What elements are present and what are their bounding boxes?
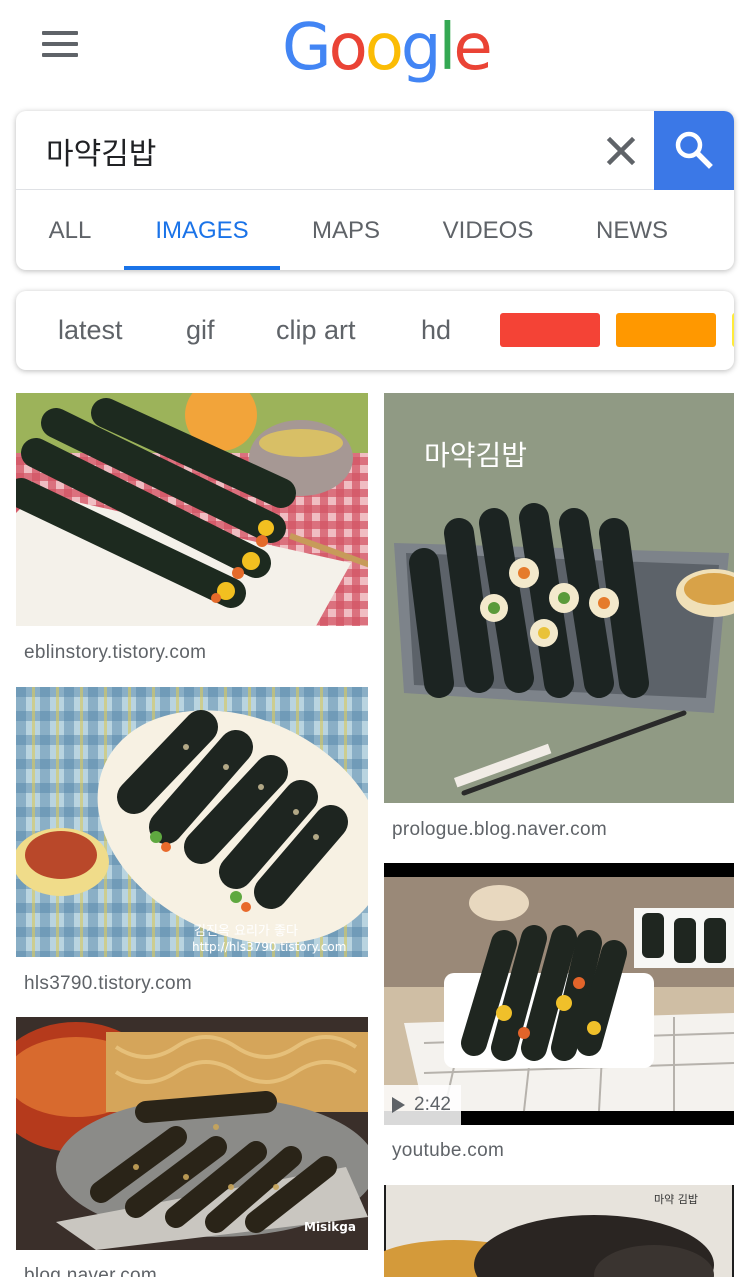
result-source[interactable]: hls3790.tistory.com bbox=[24, 973, 192, 995]
result-thumbnail: Misikga bbox=[16, 1017, 368, 1250]
chip-hd[interactable]: hd bbox=[421, 291, 451, 370]
tab-maps[interactable]: MAPS bbox=[302, 191, 390, 270]
image-result[interactable]: Misikga blog.naver.com bbox=[16, 1017, 368, 1277]
color-chip-red[interactable] bbox=[500, 313, 600, 347]
chip-latest[interactable]: latest bbox=[58, 291, 123, 370]
search-input[interactable] bbox=[46, 129, 586, 173]
color-chip-yellow[interactable] bbox=[732, 313, 734, 347]
search-button[interactable] bbox=[654, 111, 734, 190]
google-logo[interactable]: Google bbox=[282, 8, 493, 88]
play-icon bbox=[392, 1097, 405, 1113]
result-source[interactable]: prologue.blog.naver.com bbox=[392, 819, 607, 841]
image-result[interactable]: eblinstory.tistory.com bbox=[16, 393, 368, 675]
header: Google bbox=[0, 0, 750, 100]
watermark-text: Misikga bbox=[304, 1220, 356, 1234]
chip-clip-art[interactable]: clip art bbox=[276, 291, 356, 370]
chip-gif[interactable]: gif bbox=[186, 291, 215, 370]
result-thumbnail: 김진옥 요리가 좋다 http://hls3790.tistory.com bbox=[16, 687, 368, 957]
video-duration: 2:42 bbox=[414, 1094, 451, 1115]
watermark-url: http://hls3790.tistory.com bbox=[192, 940, 346, 954]
tab-all[interactable]: ALL bbox=[38, 191, 102, 270]
logo-letter: o bbox=[364, 11, 404, 85]
tab-news[interactable]: NEWS bbox=[588, 191, 676, 270]
result-thumbnail bbox=[16, 393, 368, 626]
logo-letter: e bbox=[453, 11, 492, 85]
tab-videos[interactable]: VIDEOS bbox=[436, 191, 540, 270]
watermark-text: 마약 김밥 bbox=[654, 1192, 698, 1206]
result-thumbnail: 마약김밥 bbox=[384, 393, 734, 803]
watermark-text: 김진옥 요리가 좋다 bbox=[194, 924, 298, 939]
image-result[interactable]: 마약김밥 prologue.blog.naver.com bbox=[384, 393, 734, 848]
image-result[interactable]: 김진옥 요리가 좋다 http://hls3790.tistory.com hl… bbox=[16, 687, 368, 1002]
image-result[interactable]: 마약 김밥 bbox=[384, 1185, 734, 1277]
clear-icon[interactable] bbox=[601, 131, 641, 171]
active-tab-indicator bbox=[124, 266, 280, 270]
logo-letter: g bbox=[400, 11, 442, 85]
video-result[interactable]: 2:42 youtube.com bbox=[384, 863, 734, 1168]
logo-letter: l bbox=[438, 11, 457, 85]
tab-images[interactable]: IMAGES bbox=[124, 191, 280, 270]
search-row bbox=[16, 111, 734, 190]
video-duration-badge: 2:42 bbox=[384, 1085, 461, 1125]
result-thumbnail: 마약 김밥 bbox=[384, 1185, 734, 1277]
result-thumbnail: 2:42 bbox=[384, 863, 734, 1125]
filter-chips: latest gif clip art hd bbox=[16, 291, 734, 370]
logo-letter: G bbox=[282, 11, 332, 85]
search-tabs: ALL IMAGES MAPS VIDEOS NEWS bbox=[16, 191, 734, 270]
color-chip-orange[interactable] bbox=[616, 313, 716, 347]
result-source[interactable]: youtube.com bbox=[392, 1140, 504, 1162]
logo-letter: o bbox=[328, 11, 368, 85]
menu-icon[interactable] bbox=[42, 31, 78, 57]
watermark-text: 마약김밥 bbox=[424, 439, 527, 472]
result-source[interactable]: eblinstory.tistory.com bbox=[24, 642, 206, 664]
result-source[interactable]: blog.naver.com bbox=[24, 1265, 157, 1277]
search-card: ALL IMAGES MAPS VIDEOS NEWS bbox=[16, 111, 734, 270]
search-icon bbox=[675, 131, 713, 169]
